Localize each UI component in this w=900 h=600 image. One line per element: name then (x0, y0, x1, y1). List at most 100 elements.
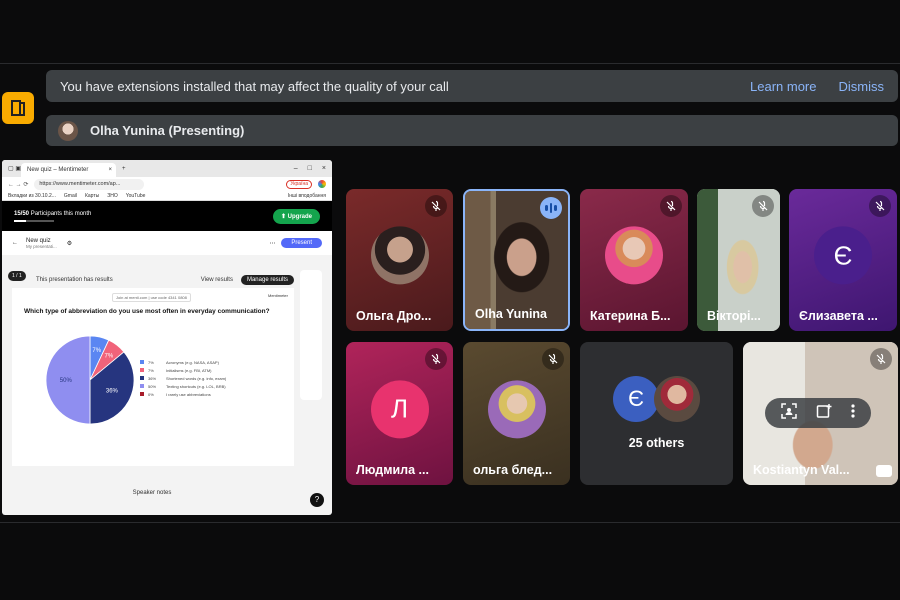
participant-tile[interactable]: Катерина Б... (580, 189, 688, 331)
legend-item: 36% Shortened words (e.g. info, exam) (140, 374, 226, 382)
speaking-indicator-icon (540, 197, 562, 219)
participant-initial: Є (814, 226, 872, 285)
participant-tile[interactable]: Є Єлизавета ... (789, 189, 897, 331)
window-controls: – □ × (293, 165, 326, 172)
pip-icon[interactable] (876, 465, 892, 477)
legend-label: I rarely use abbreviations (166, 391, 211, 397)
language-chip: Україна (286, 179, 312, 189)
close-tab-icon: × (108, 167, 113, 173)
participant-name: Вікторі... (707, 309, 761, 323)
legend-swatch (140, 368, 144, 372)
presenting-bar[interactable]: Olha Yunina (Presenting) (46, 115, 898, 146)
participant-initial: Л (370, 379, 429, 438)
mentimeter-logo: Mentimeter (267, 293, 288, 298)
results-note: This presentation has results (36, 277, 113, 283)
mic-off-icon (869, 195, 891, 217)
mic-off-icon (752, 195, 774, 217)
others-tile[interactable]: Є 25 others (580, 342, 733, 485)
help-button: ? (310, 493, 324, 507)
legend-label: Shortened words (e.g. info, exam) (166, 375, 227, 381)
banner-message: You have extensions installed that may a… (60, 78, 449, 94)
bookmarks-bar: Вкладки из 30.10.2... Gmail Карты ЗНО Yo… (2, 191, 332, 201)
activities-icon[interactable] (2, 92, 34, 124)
more-options-icon[interactable] (851, 403, 855, 424)
legend-label: Initialisms (e.g. FBI, ATM) (166, 367, 212, 373)
nav-icons: ← → ⟳ (8, 181, 29, 188)
participant-avatar (370, 226, 429, 285)
copilot-icon (318, 180, 326, 188)
settings-icon: ⚙ (66, 240, 73, 247)
participant-name: Катерина Б... (590, 309, 671, 323)
mic-off-icon (542, 348, 564, 370)
legend-label: Texting shortcuts (e.g. LOL, BRB) (166, 383, 226, 389)
legend-percent: 36% (148, 375, 157, 381)
side-toolbar (300, 270, 322, 400)
legend-percent: 7% (148, 359, 154, 365)
others-initial: Є (613, 376, 659, 422)
legend-swatch (140, 376, 144, 380)
participants-count: 15/50 (14, 210, 30, 217)
legend-item: 7% Initialisms (e.g. FBI, ATM) (140, 366, 226, 374)
browser-tabbar: ▢ ▣ New quiz – Mentimeter × + – □ × (2, 160, 332, 177)
slide-question: Which type of abbreviation do you use mo… (24, 308, 270, 315)
speaker-notes: Speaker notes (132, 490, 172, 496)
mentimeter-top-bar: 15/50 Participants this month ⬆ Upgrade (2, 201, 332, 231)
legend-swatch (140, 360, 144, 364)
address-bar: ← → ⟳ https://www.mentimeter.com/ap... У… (2, 177, 332, 191)
bookmark: Вкладки из 30.10.2... (8, 192, 56, 199)
back-icon: ← (12, 240, 18, 246)
participant-tile[interactable]: ольга блед... (463, 342, 570, 485)
participant-name: Ольга Дро... (356, 309, 432, 323)
tab-actions-icon: ▢ ▣ (8, 166, 22, 172)
others-avatar (654, 376, 700, 422)
participant-tile[interactable]: Ольга Дро... (346, 189, 453, 331)
frame-icon[interactable] (780, 402, 797, 424)
results-bar: This presentation has results View resul… (12, 273, 294, 287)
learn-more-link[interactable]: Learn more (750, 79, 816, 94)
legend-percent: 50% (148, 383, 157, 389)
pie-slice-label: 7% (105, 354, 114, 360)
dismiss-button[interactable]: Dismiss (839, 79, 885, 94)
pie-slice-label: 36% (106, 388, 119, 394)
participant-avatar (487, 379, 546, 438)
participant-tile[interactable]: Вікторі... (697, 189, 780, 331)
present-button: Present (281, 238, 322, 248)
view-results-link: View results (200, 277, 233, 283)
participant-name: Людмила ... (356, 463, 429, 477)
participant-avatar (605, 226, 663, 285)
more-icon: ⋯ (269, 240, 276, 247)
presenting-label: Olha Yunina (Presenting) (90, 123, 245, 138)
participant-name: ольга блед... (473, 463, 553, 477)
pie-chart: 7% 7% 36% 50% (45, 335, 135, 425)
participant-tile[interactable]: Л Людмила ... (346, 342, 453, 485)
others-count: 25 others (628, 436, 685, 450)
bookmark: ЗНО (107, 192, 118, 199)
mic-off-icon (660, 195, 682, 217)
participant-name: Єлизавета ... (799, 309, 878, 323)
legend-swatch (140, 392, 144, 396)
mic-off-icon (425, 348, 447, 370)
legend-percent: 7% (148, 367, 154, 373)
mic-off-icon (425, 195, 447, 217)
tile-controls (765, 398, 871, 428)
mic-off-icon (870, 348, 892, 370)
legend-item: 0% I rarely use abbreviations (140, 390, 226, 398)
top-divider (0, 63, 900, 64)
pie-slice-label: 7% (92, 348, 101, 354)
upgrade-button: ⬆ Upgrade (272, 208, 320, 224)
add-to-screen-icon[interactable] (816, 403, 832, 424)
presenter-avatar (58, 120, 78, 141)
legend-item: 50% Texting shortcuts (e.g. LOL, BRB) (140, 382, 226, 390)
participant-tile-active-speaker[interactable]: Olha Yunina (463, 189, 570, 331)
shared-screen[interactable]: ▢ ▣ New quiz – Mentimeter × + – □ × ← → ⟳ h… (2, 160, 332, 515)
tab-title: New quiz – Mentimeter (27, 167, 89, 173)
browser-tab: New quiz – Mentimeter × (21, 163, 117, 177)
legend-percent: 0% (148, 391, 154, 397)
mentimeter-header: ← New quiz My presentati... ⚙ ⋯ Present (2, 231, 332, 255)
legend-label: Acronyms (e.g. NASA, ASAP) (166, 359, 219, 365)
slide-canvas: Join at menti.com | use code 4341 0808 M… (12, 288, 294, 466)
participant-name: Kostiantyn Val... (753, 463, 850, 477)
bookmark: Gmail (63, 192, 77, 199)
bookmark: YouTube (125, 192, 146, 199)
pie-legend: 7% Acronyms (e.g. NASA, ASAP) 7% Initialism… (140, 358, 226, 398)
